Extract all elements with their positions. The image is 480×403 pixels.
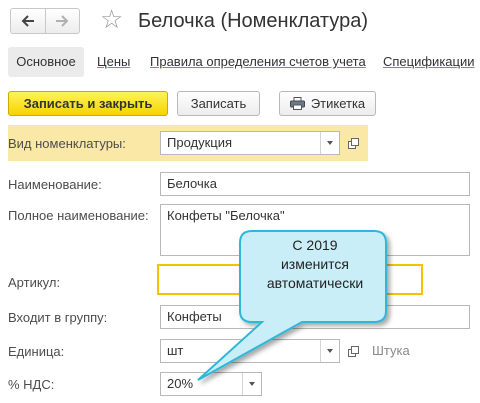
callout-bubble [197,230,387,381]
callout-line-1: С 2019 [292,237,338,253]
callout-text: С 2019 изменится автоматически [246,236,384,293]
callout-line-3: автоматически [266,275,364,291]
callout-line-2: изменится [280,256,350,272]
